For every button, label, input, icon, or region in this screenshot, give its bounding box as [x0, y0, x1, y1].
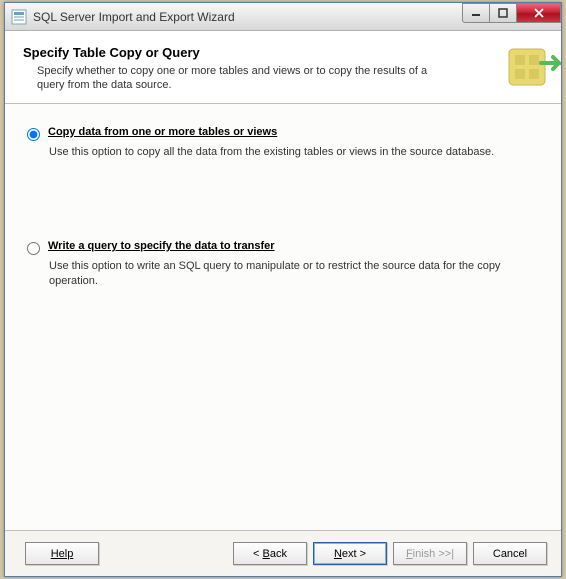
option-copy-desc: Use this option to copy all the data fro… — [49, 145, 529, 160]
page-subtitle: Specify whether to copy one or more tabl… — [37, 64, 437, 93]
wizard-footer: Help < Back Next > Finish >>| Cancel — [5, 530, 561, 576]
back-button[interactable]: < Back — [233, 542, 307, 565]
wizard-icon — [501, 43, 561, 93]
titlebar: SQL Server Import and Export Wizard — [5, 3, 561, 31]
app-icon — [11, 9, 27, 25]
minimize-button[interactable] — [462, 3, 490, 23]
wizard-window: SQL Server Import and Export Wizard Spec… — [4, 2, 562, 577]
radio-copy[interactable] — [27, 128, 40, 141]
finish-button: Finish >>| — [393, 542, 467, 565]
page-title: Specify Table Copy or Query — [23, 45, 543, 60]
option-query-label: Write a query to specify the data to tra… — [48, 240, 275, 252]
cancel-button[interactable]: Cancel — [473, 542, 547, 565]
help-button[interactable]: Help — [25, 542, 99, 565]
maximize-button[interactable] — [489, 3, 517, 23]
option-query[interactable]: Write a query to specify the data to tra… — [27, 240, 539, 255]
option-query-desc: Use this option to write an SQL query to… — [49, 259, 529, 290]
window-title: SQL Server Import and Export Wizard — [33, 10, 463, 24]
option-copy-block: Copy data from one or more tables or vie… — [27, 126, 539, 160]
next-button[interactable]: Next > — [313, 542, 387, 565]
option-copy-label: Copy data from one or more tables or vie… — [48, 126, 277, 138]
option-copy[interactable]: Copy data from one or more tables or vie… — [27, 126, 539, 141]
wizard-content: Copy data from one or more tables or vie… — [5, 104, 561, 532]
option-query-block: Write a query to specify the data to tra… — [27, 240, 539, 290]
radio-query[interactable] — [27, 242, 40, 255]
window-controls — [463, 3, 561, 23]
close-button[interactable] — [516, 3, 561, 23]
wizard-header: Specify Table Copy or Query Specify whet… — [5, 31, 561, 104]
